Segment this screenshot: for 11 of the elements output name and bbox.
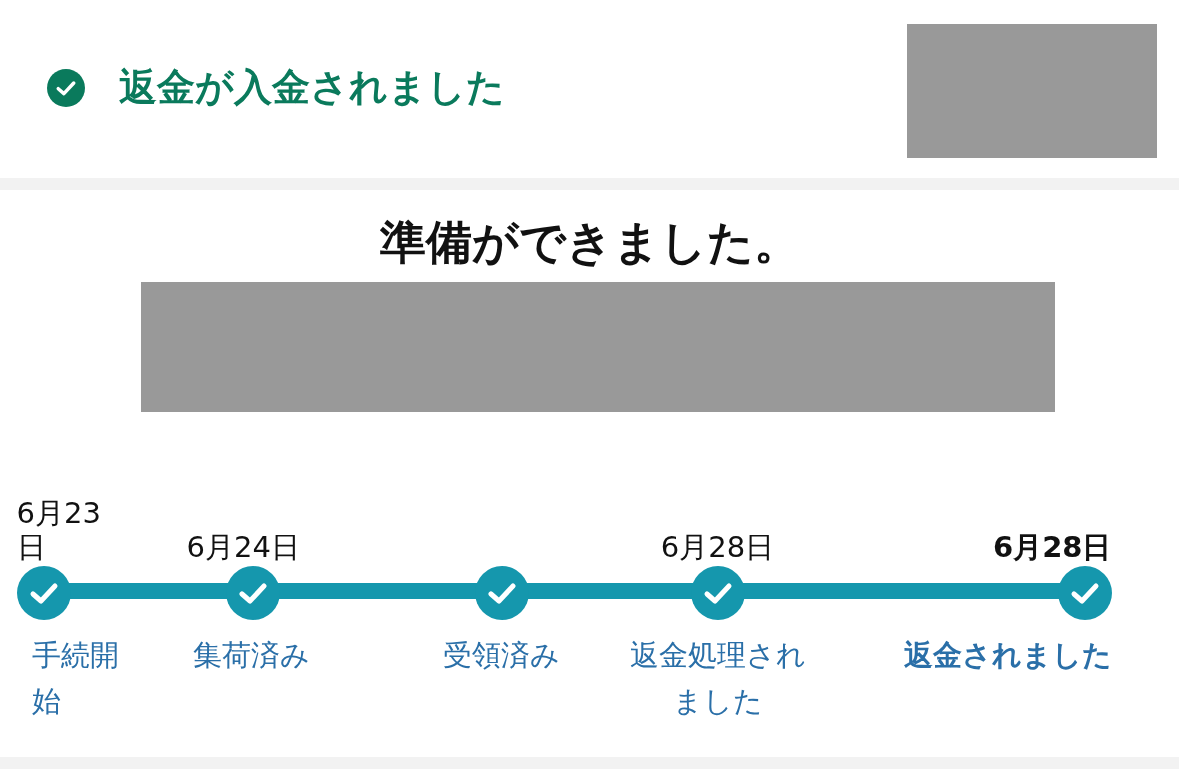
step-date: 6月24日 xyxy=(185,529,301,564)
status-title: 返金が入金されました xyxy=(119,64,505,111)
step-label: 手続開始 xyxy=(30,637,120,720)
heading: 準備ができました。 xyxy=(379,214,800,270)
step-label: 集荷済み xyxy=(191,637,311,674)
step-date: 6月23日 xyxy=(16,496,102,564)
step-label: 返金されました xyxy=(903,637,1112,674)
step-label: 受領済み xyxy=(443,637,560,674)
step-date: 6月28日 xyxy=(660,529,775,564)
step-label: 返金処理されました xyxy=(628,637,807,720)
step-date: 6月28日 xyxy=(992,529,1112,564)
